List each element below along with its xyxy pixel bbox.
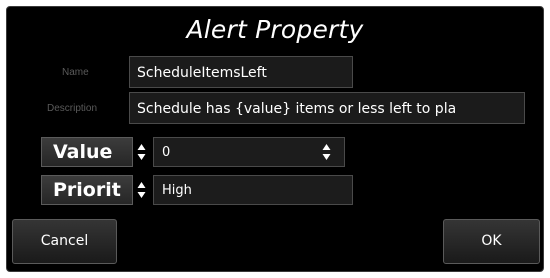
priority-label: Priorit [41, 175, 133, 205]
value-spinner-icon[interactable] [136, 141, 147, 163]
priority-field[interactable]: High [153, 175, 353, 205]
name-label: Name [62, 67, 89, 78]
dialog-title: Alert Property [186, 15, 364, 44]
alert-property-dialog: Alert Property Name ScheduleItemsLeft De… [6, 6, 544, 272]
value-spinner-right-icon[interactable] [321, 141, 332, 163]
priority-spinner-icon[interactable] [136, 179, 147, 201]
description-label: Description [47, 103, 98, 114]
description-field[interactable]: Schedule has {value} items or less left … [129, 92, 525, 124]
value-label: Value [41, 137, 133, 167]
name-field[interactable]: ScheduleItemsLeft [129, 56, 353, 88]
ok-button[interactable]: OK [443, 219, 540, 264]
cancel-button[interactable]: Cancel [12, 219, 117, 264]
value-field[interactable]: 0 [153, 137, 345, 167]
